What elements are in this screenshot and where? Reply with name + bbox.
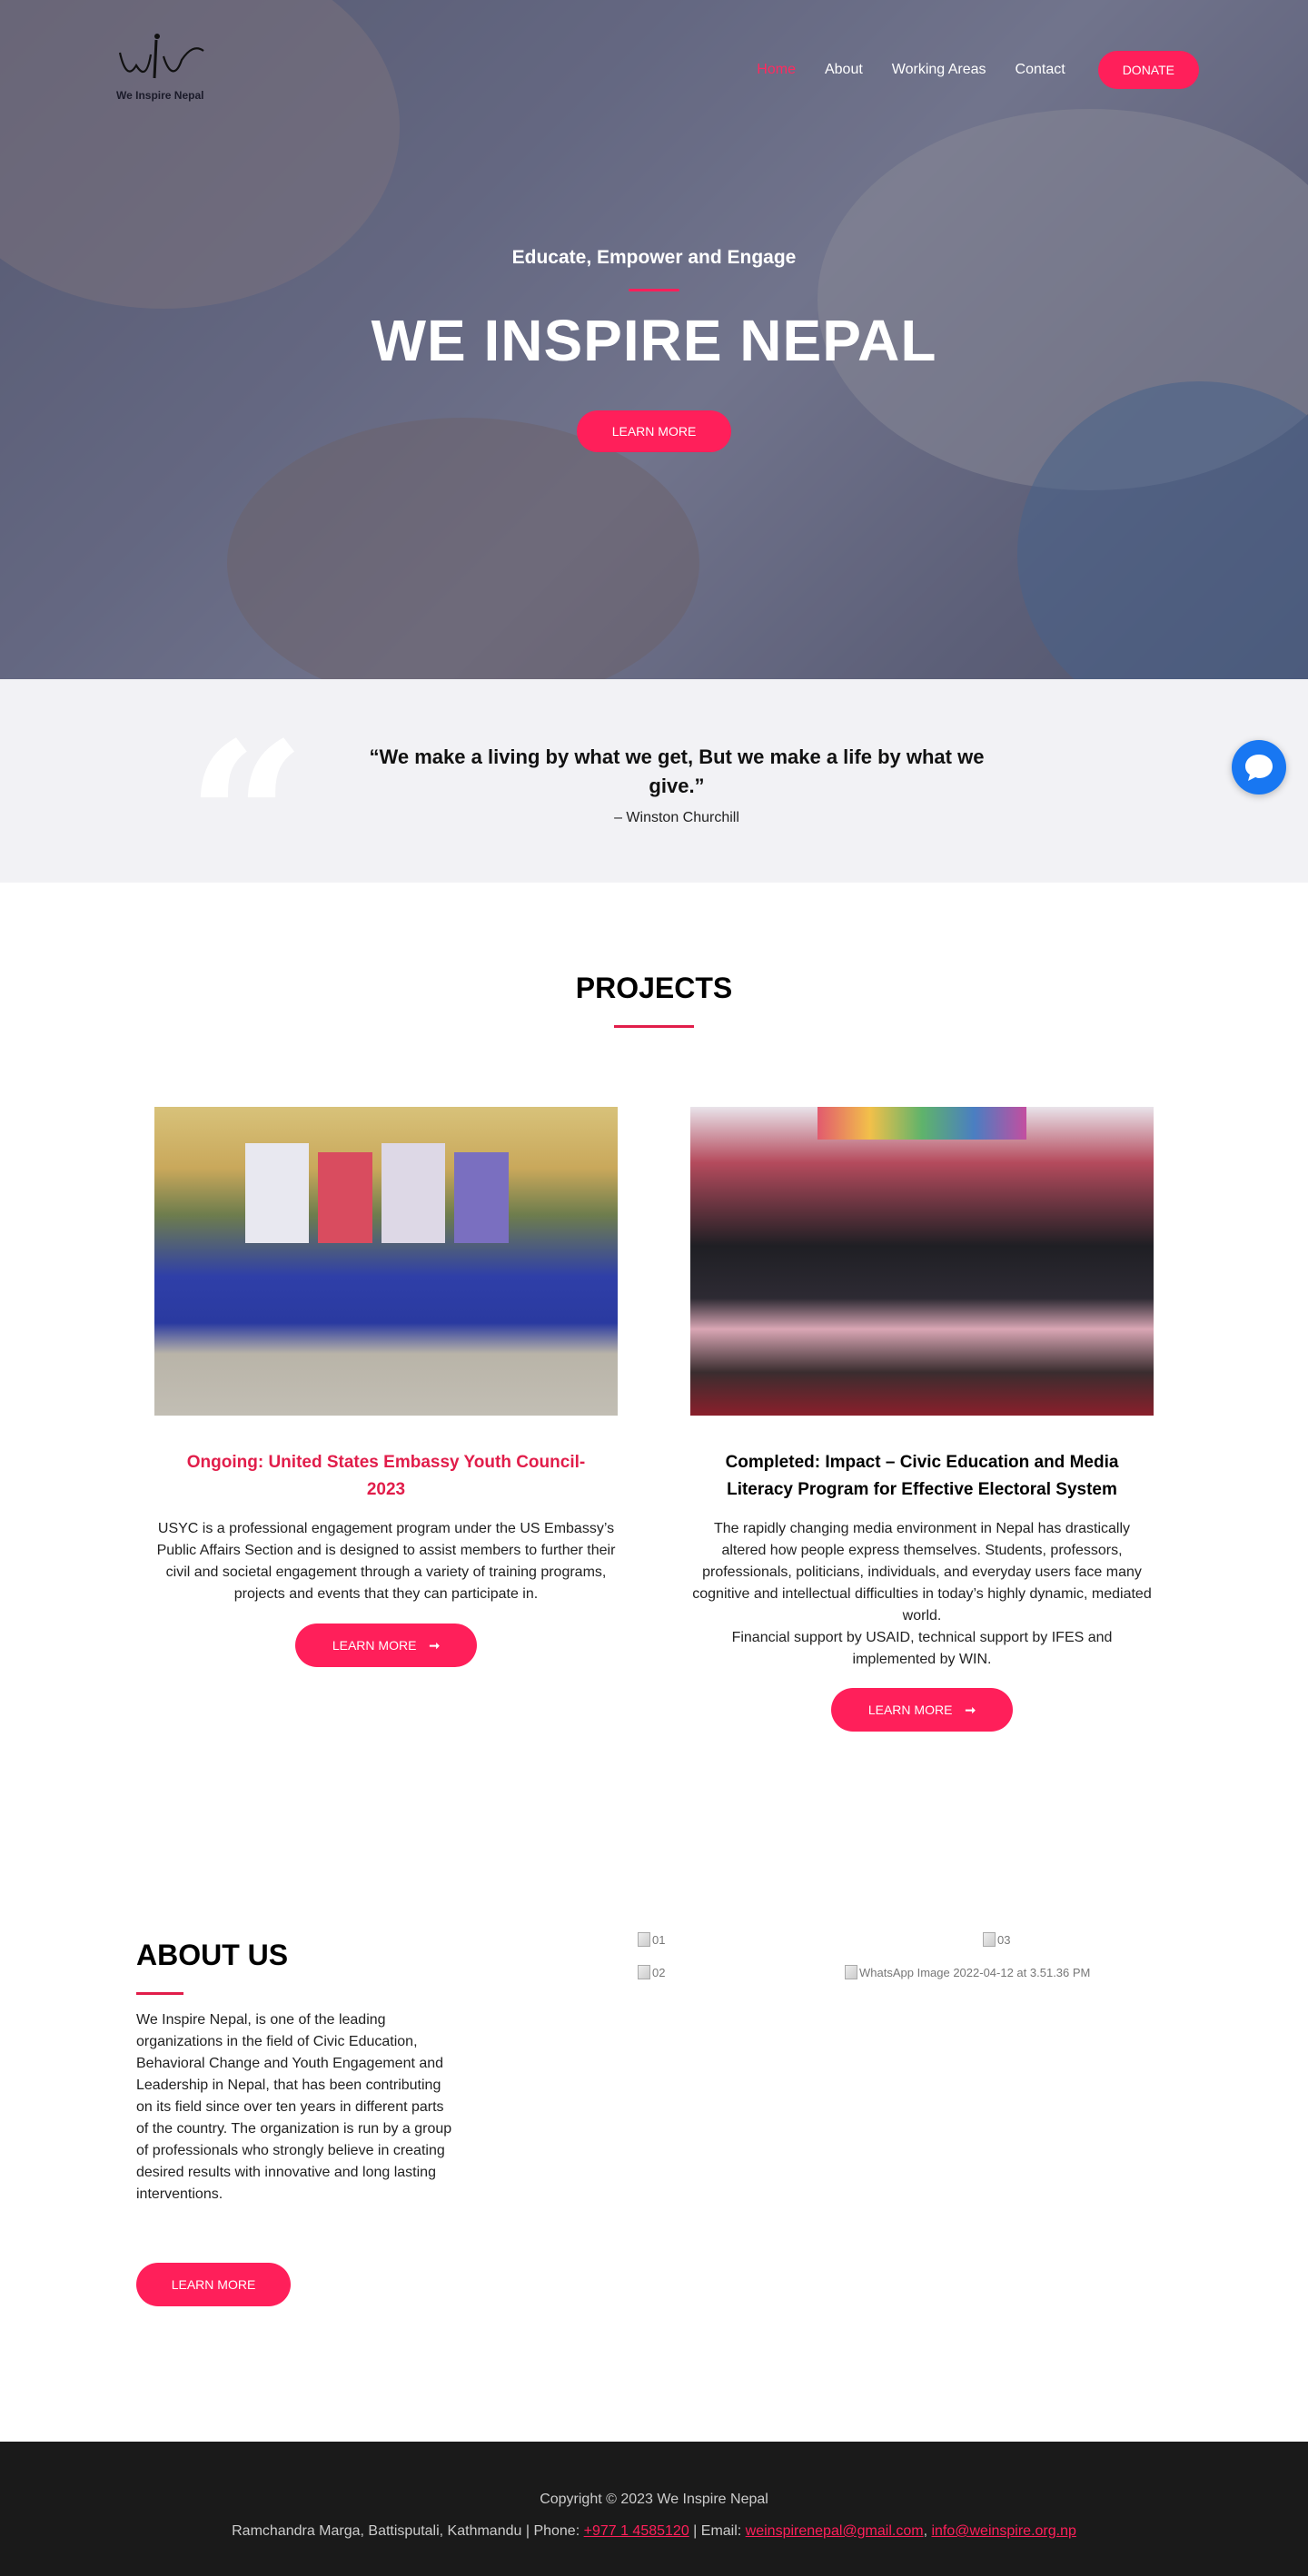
image-alt: WhatsApp Image 2022-04-12 at 3.51.36 PM: [859, 1965, 1091, 1979]
broken-image-icon: [845, 1965, 857, 1979]
button-label: LEARN MORE: [332, 1638, 417, 1653]
about-divider: [136, 1992, 183, 1995]
broken-image-icon: [638, 1932, 650, 1947]
project-learn-more-button-usyc[interactable]: LEARN MORE ➞: [295, 1624, 477, 1667]
logo-text: We Inspire Nepal: [116, 89, 204, 102]
broken-image-icon: [983, 1932, 996, 1947]
about-text: We Inspire Nepal, is one of the leading …: [136, 2012, 452, 2202]
banner-shape: [318, 1152, 372, 1243]
nav-home[interactable]: Home: [757, 62, 796, 78]
about-image-whatsapp: WhatsApp Image 2022-04-12 at 3.51.36 PM: [845, 1965, 1090, 1979]
banner-shape: [245, 1143, 309, 1243]
about-learn-more-button[interactable]: LEARN MORE: [136, 2263, 291, 2306]
projects-divider: [614, 1025, 694, 1028]
contact-line: Ramchandra Marga, Battisputali, Kathmand…: [0, 2523, 1308, 2540]
project-description-text: The rapidly changing media environment i…: [692, 1521, 1152, 1624]
projects-heading: PROJECTS: [575, 972, 733, 1004]
image-alt: 01: [652, 1932, 666, 1947]
project-description-usyc: USYC is a professional engagement progra…: [156, 1521, 616, 1602]
email-label: | Email:: [689, 2523, 746, 2539]
about-heading: ABOUT US: [136, 1939, 289, 1971]
logo-mark-icon: [118, 34, 204, 79]
button-label: LEARN MORE: [867, 1703, 953, 1717]
project-learn-more-button-impact[interactable]: LEARN MORE ➞: [831, 1688, 1013, 1732]
arrow-right-icon: ➞: [965, 1703, 976, 1717]
banner-shape: [454, 1152, 509, 1243]
chat-icon: [1245, 755, 1273, 781]
nav-contact[interactable]: Contact: [1016, 62, 1065, 78]
image-alt: 02: [652, 1965, 666, 1979]
site-footer: Copyright © 2023 We Inspire Nepal Ramcha…: [0, 2442, 1308, 2576]
image-alt: 03: [997, 1932, 1011, 1947]
email-link-org[interactable]: info@weinspire.org.np: [931, 2523, 1075, 2539]
project-description-impact: The rapidly changing media environment i…: [690, 1518, 1154, 1671]
project-title-usyc[interactable]: Ongoing: United States Embassy Youth Cou…: [154, 1449, 618, 1504]
hero-subtitle: Educate, Empower and Engage: [511, 247, 797, 268]
nav-about[interactable]: About: [825, 62, 863, 78]
hero-section: We Inspire Nepal Home About Working Area…: [0, 0, 1308, 679]
project-image-impact[interactable]: [690, 1107, 1154, 1416]
broken-image-icon: [638, 1965, 650, 1979]
site-logo[interactable]: We Inspire Nepal: [116, 33, 207, 105]
nav-working-areas[interactable]: Working Areas: [892, 62, 986, 78]
project-title-impact[interactable]: Completed: Impact – Civic Education and …: [690, 1449, 1154, 1504]
phone-link[interactable]: +977 1 4585120: [584, 2523, 689, 2539]
project-image-usyc[interactable]: [154, 1107, 618, 1416]
donate-button[interactable]: DONATE: [1097, 51, 1199, 89]
email-link-gmail[interactable]: weinspirenepal@gmail.com: [746, 2523, 924, 2539]
project-description-support: Financial support by USAID, technical su…: [731, 1630, 1113, 1667]
about-image-02: 02: [638, 1965, 665, 1979]
copyright-text: Copyright © 2023 We Inspire Nepal: [540, 2492, 768, 2507]
chat-widget-button[interactable]: [1232, 740, 1286, 795]
quote-author: – Winston Churchill: [614, 810, 739, 825]
about-image-01: 01: [638, 1932, 665, 1947]
banner-shape: [382, 1143, 445, 1243]
quote-section: “ “We make a living by what we get, But …: [0, 679, 1308, 924]
main-nav: Home About Working Areas Contact DONATE: [728, 51, 1199, 89]
address-text: Ramchandra Marga, Battisputali, Kathmand…: [232, 2523, 584, 2539]
quote-text: “We make a living by what we get, But we…: [369, 745, 985, 797]
arrow-right-icon: ➞: [429, 1638, 441, 1653]
hero-divider: [629, 289, 679, 291]
about-image-03: 03: [983, 1932, 1010, 1947]
quote-mark-icon: “: [186, 697, 307, 943]
hero-title: WE INSPIRE NEPAL: [371, 308, 937, 373]
hero-learn-more-button[interactable]: LEARN MORE: [577, 410, 731, 452]
banner-shape: [818, 1107, 1026, 1140]
